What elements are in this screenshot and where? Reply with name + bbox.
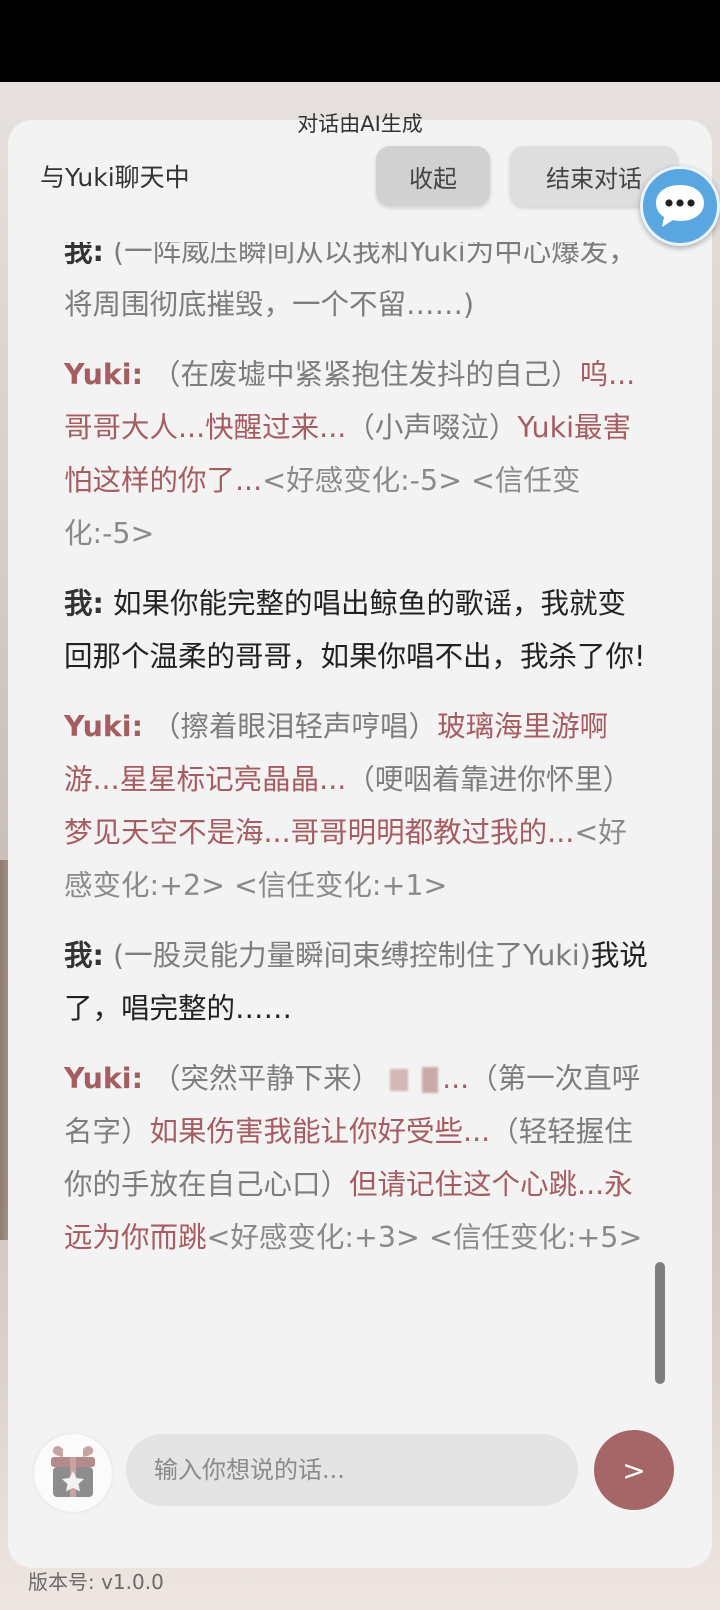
speaker-label: Yuki: [64,358,143,391]
gift-icon [51,1446,95,1497]
action-text: （擦着眼泪轻声哼唱） [152,710,438,743]
chat-panel: 与Yuki聊天中 收起 结束对话 我: (一阵威压瞬间从以我和Yuki为中心爆发… [8,120,712,1568]
message-list[interactable]: 我: (一阵威压瞬间从以我和Yuki为中心爆发，将周围彻底摧毁，一个不留……) … [64,242,654,1372]
action-text: （哽咽着靠进你怀里） [346,763,632,796]
speech-text: 如果你能完整的唱出鲸鱼的歌谣，我就变回那个温柔的哥哥，如果你唱不出，我杀了你! [64,587,646,673]
message-user: 我: 如果你能完整的唱出鲸鱼的歌谣，我就变回那个温柔的哥哥，如果你唱不出，我杀了… [64,577,654,683]
speech-text: 梦见天空不是海...哥哥明明都教过我的... [64,816,575,849]
status-bar [0,0,720,82]
speaker-label: Yuki: [64,1062,143,1095]
speaker-label: 我: [64,242,104,268]
action-text: (一股灵能力量瞬间束缚控制住了Yuki) [112,939,591,972]
action-text: （小声啜泣） [346,411,518,444]
chat-float-button[interactable] [640,166,720,246]
action-text: (一阵威压瞬间从以我和Yuki为中心爆发，将周围彻底摧毁，一个不留……) [64,242,637,321]
message-user: 我: (一阵威压瞬间从以我和Yuki为中心爆发，将周围彻底摧毁，一个不留……) [64,242,654,331]
ai-generated-notice: 对话由AI生成 [297,112,423,136]
message-yuki: Yuki: （突然平静下来） ...（第一次直呼名字）如果伤害我能让你好受些...… [64,1052,654,1264]
version-label: 版本号: v1.0.0 [28,1570,164,1594]
speaker-label: 我: [64,587,104,620]
speaker-label: Yuki: [64,710,143,743]
send-button[interactable]: > [594,1430,674,1510]
redacted-name [390,1069,409,1091]
chat-bubble-icon [656,185,704,227]
action-text: （突然平静下来） [152,1062,381,1095]
gift-button[interactable] [34,1434,112,1512]
stat-change: <好感变化:+3> <信任变化:+5> [206,1221,643,1254]
message-yuki: Yuki: （在废墟中紧紧抱住发抖的自己）呜...哥哥大人...快醒过来...（… [64,348,654,560]
redacted-name [422,1067,439,1093]
message-user: 我: (一股灵能力量瞬间束缚控制住了Yuki)我说了，唱完整的…… [64,929,654,1035]
chat-title: 与Yuki聊天中 [40,163,190,192]
speech-text: ... [442,1062,470,1095]
speech-text: 如果伤害我能让你好受些... [149,1115,491,1148]
message-input[interactable] [126,1434,578,1506]
scrollbar[interactable] [655,1262,665,1384]
action-text: （在废墟中紧紧抱住发抖的自己） [152,358,580,391]
speaker-label: 我: [64,939,104,972]
collapse-button[interactable]: 收起 [376,146,490,206]
message-yuki: Yuki: （擦着眼泪轻声哼唱）玻璃海里游啊游...星星标记亮晶晶...（哽咽着… [64,700,654,912]
